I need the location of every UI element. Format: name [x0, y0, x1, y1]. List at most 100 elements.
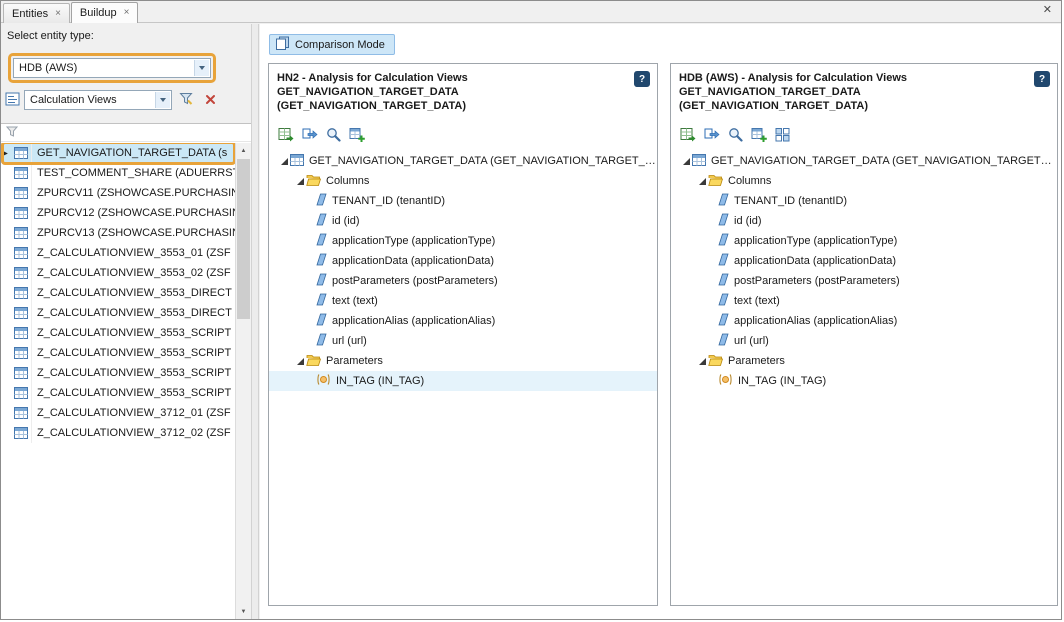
matrix-icon[interactable]	[775, 127, 790, 142]
tree-column-item[interactable]: applicationData (applicationData)	[671, 251, 1057, 271]
transfer-icon[interactable]	[302, 127, 318, 141]
tree-folder-label: Columns	[321, 175, 657, 187]
window-close-icon[interactable]: ✕	[1043, 5, 1052, 16]
column-icon	[316, 333, 327, 349]
entity-list-item[interactable]: ▶ Z_CALCULATIONVIEW_3553_SCRIPT	[1, 383, 235, 403]
tree-folder-columns[interactable]: Columns	[671, 171, 1057, 191]
splitter[interactable]	[251, 24, 259, 619]
entity-list-item[interactable]: ▶ ZPURCV12 (ZSHOWCASE.PURCHASIN	[1, 203, 235, 223]
tree-column-label: postParameters (postParameters)	[729, 275, 1057, 287]
tree-column-item[interactable]: url (url)	[269, 331, 657, 351]
export-excel-icon[interactable]	[278, 127, 294, 142]
tree-parameter-item[interactable]: IN_TAG (IN_TAG)	[269, 371, 657, 391]
export-table-icon[interactable]	[751, 127, 767, 142]
expand-arrow-icon[interactable]	[278, 157, 290, 166]
tab-entities[interactable]: Entities ×	[3, 3, 70, 23]
chevron-down-icon[interactable]	[155, 92, 170, 108]
calculation-view-icon	[10, 243, 32, 263]
tree-column-item[interactable]: id (id)	[269, 211, 657, 231]
tree-folder-parameters[interactable]: Parameters	[269, 351, 657, 371]
entity-list-item[interactable]: ▶ TEST_COMMENT_SHARE (ADUERRST	[1, 163, 235, 183]
entity-list-item[interactable]: ▶ Z_CALCULATIONVIEW_3553_DIRECT	[1, 283, 235, 303]
entity-label: GET_NAVIGATION_TARGET_DATA (s	[32, 147, 235, 159]
tree-column-item[interactable]: applicationType (applicationType)	[269, 231, 657, 251]
scroll-up-icon[interactable]: ▲	[236, 143, 251, 158]
folder-icon	[708, 354, 723, 369]
analysis-panel-right: HDB (AWS) - Analysis for Calculation Vie…	[670, 63, 1058, 606]
expand-arrow-icon[interactable]	[680, 157, 692, 166]
entity-list-item[interactable]: ▶ Z_CALCULATIONVIEW_3712_01 (ZSF	[1, 403, 235, 423]
tree-column-item[interactable]: postParameters (postParameters)	[269, 271, 657, 291]
funnel-icon	[179, 92, 193, 108]
tab-close-icon[interactable]: ×	[55, 9, 61, 19]
expand-arrow-icon[interactable]	[696, 357, 708, 366]
calculation-view-icon	[10, 343, 32, 363]
tab-close-icon[interactable]: ×	[124, 8, 130, 18]
tab-buildup[interactable]: Buildup ×	[71, 2, 139, 23]
entity-type-dropdown[interactable]: HDB (AWS)	[13, 58, 211, 78]
tree-column-item[interactable]: TENANT_ID (tenantID)	[671, 191, 1057, 211]
expand-arrow-icon[interactable]	[696, 177, 708, 186]
view-type-dropdown[interactable]: Calculation Views	[24, 90, 172, 110]
column-icon	[718, 333, 729, 349]
comparison-mode-button[interactable]: Comparison Mode	[269, 34, 395, 55]
entity-label: TEST_COMMENT_SHARE (ADUERRST	[32, 167, 235, 179]
tree-folder-parameters[interactable]: Parameters	[671, 351, 1057, 371]
tree-root[interactable]: GET_NAVIGATION_TARGET_DATA (GET_NAVIGATI…	[671, 151, 1057, 171]
tree-column-label: TENANT_ID (tenantID)	[327, 195, 657, 207]
export-excel-icon[interactable]	[680, 127, 696, 142]
entity-list-item[interactable]: ▶ GET_NAVIGATION_TARGET_DATA (s	[1, 143, 235, 163]
zoom-icon[interactable]	[728, 127, 743, 142]
list-filter-row[interactable]	[1, 124, 251, 142]
tree-column-item[interactable]: TENANT_ID (tenantID)	[269, 191, 657, 211]
entity-list-item[interactable]: ▶ Z_CALCULATIONVIEW_3712_02 (ZSF	[1, 423, 235, 443]
tree-column-item[interactable]: url (url)	[671, 331, 1057, 351]
column-icon	[316, 293, 327, 309]
tree-column-label: postParameters (postParameters)	[327, 275, 657, 287]
entity-list-item[interactable]: ▶ Z_CALCULATIONVIEW_3553_SCRIPT	[1, 323, 235, 343]
tree-parameter-item[interactable]: IN_TAG (IN_TAG)	[671, 371, 1057, 391]
entity-label: ZPURCV11 (ZSHOWCASE.PURCHASIN	[32, 187, 235, 199]
calculation-view-icon	[10, 263, 32, 283]
entity-list-item[interactable]: ▶ Z_CALCULATIONVIEW_3553_SCRIPT	[1, 363, 235, 383]
transfer-icon[interactable]	[704, 127, 720, 141]
tree-column-item[interactable]: text (text)	[269, 291, 657, 311]
entity-list-item[interactable]: ▶ Z_CALCULATIONVIEW_3553_SCRIPT	[1, 343, 235, 363]
calculation-view-icon	[10, 423, 32, 443]
tree-column-item[interactable]: applicationData (applicationData)	[269, 251, 657, 271]
entity-list-item[interactable]: ▶ ZPURCV13 (ZSHOWCASE.PURCHASIN	[1, 223, 235, 243]
tree-column-item[interactable]: applicationAlias (applicationAlias)	[269, 311, 657, 331]
scroll-down-icon[interactable]: ▼	[236, 604, 251, 619]
entity-list-item[interactable]: ▶ Z_CALCULATIONVIEW_3553_01 (ZSF	[1, 243, 235, 263]
expand-arrow-icon[interactable]	[294, 177, 306, 186]
chevron-down-icon[interactable]	[194, 60, 209, 76]
tree-column-item[interactable]: postParameters (postParameters)	[671, 271, 1057, 291]
entity-list-item[interactable]: ▶ Z_CALCULATIONVIEW_3553_02 (ZSF	[1, 263, 235, 283]
export-table-icon[interactable]	[349, 127, 365, 142]
tree-column-item[interactable]: applicationType (applicationType)	[671, 231, 1057, 251]
calculation-view-icon	[10, 363, 32, 383]
column-icon	[718, 213, 729, 229]
tree-columns-group: TENANT_ID (tenantID) id (id) application…	[269, 191, 657, 351]
entity-list-item[interactable]: ▶ Z_CALCULATIONVIEW_3553_DIRECT	[1, 303, 235, 323]
expand-arrow-icon[interactable]	[294, 357, 306, 366]
scroll-thumb[interactable]	[237, 159, 250, 319]
entity-list-item[interactable]: ▶ ZPURCV11 (ZSHOWCASE.PURCHASIN	[1, 183, 235, 203]
scrollbar[interactable]: ▲ ▼	[235, 143, 251, 619]
filter-button[interactable]	[176, 90, 196, 110]
app-window: Entities × Buildup × ✕ Select entity typ…	[0, 0, 1062, 620]
tree-column-item[interactable]: text (text)	[671, 291, 1057, 311]
entity-label: ZPURCV13 (ZSHOWCASE.PURCHASIN	[32, 227, 235, 239]
calculation-view-icon	[10, 163, 32, 183]
column-icon	[316, 233, 327, 249]
tree-column-item[interactable]: id (id)	[671, 211, 1057, 231]
clear-filter-button[interactable]	[200, 90, 220, 110]
tree-column-item[interactable]: applicationAlias (applicationAlias)	[671, 311, 1057, 331]
tree-folder-columns[interactable]: Columns	[269, 171, 657, 191]
zoom-icon[interactable]	[326, 127, 341, 142]
tree-root[interactable]: GET_NAVIGATION_TARGET_DATA (GET_NAVIGATI…	[269, 151, 657, 171]
entity-label: Z_CALCULATIONVIEW_3553_02 (ZSF	[32, 267, 235, 279]
column-icon	[718, 193, 729, 209]
help-icon[interactable]: ?	[634, 71, 650, 87]
help-icon[interactable]: ?	[1034, 71, 1050, 87]
